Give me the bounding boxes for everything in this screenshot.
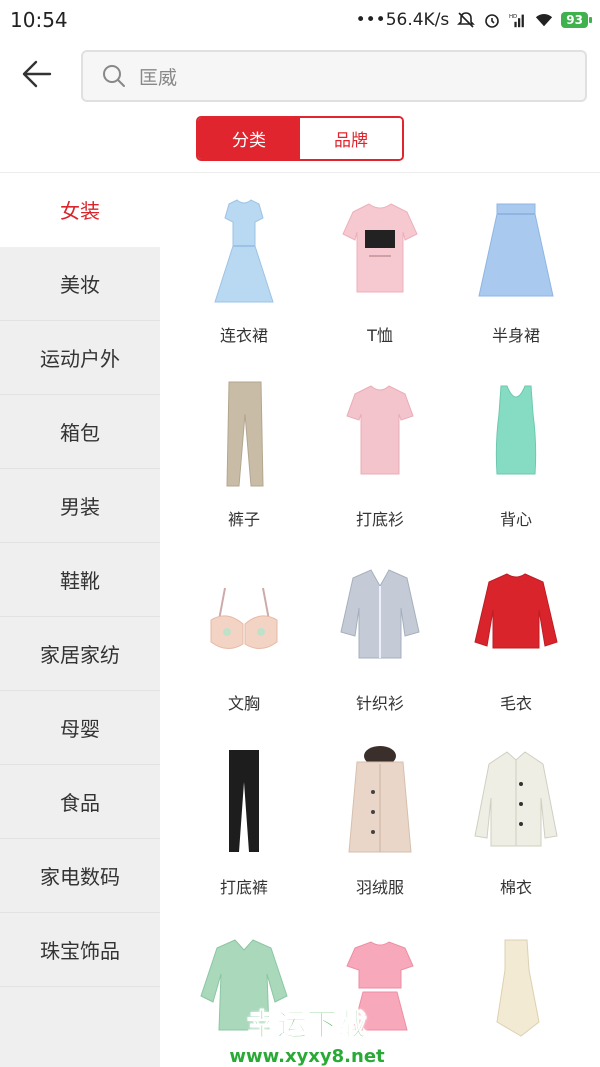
- grid-item-pink-set[interactable]: [312, 926, 448, 1067]
- search-input[interactable]: 匡威: [81, 50, 587, 102]
- alarm-icon: [485, 14, 500, 28]
- grid-item-label: 文胸: [227, 694, 260, 713]
- dress-icon: [214, 199, 274, 303]
- network-speed: •••56.4K/s: [355, 10, 450, 30]
- status-time: 10:54: [10, 8, 68, 32]
- tab-category[interactable]: 分类: [198, 118, 300, 159]
- sidebar-item-baby[interactable]: 母婴: [0, 691, 160, 765]
- grid-item-label: 裤子: [227, 510, 260, 529]
- subcategory-grid: 连衣裙 T恤 半身裙 裤子 打底衫 背心 文胸 针织衫 毛衣 打底裤 羽绒服 棉…: [176, 190, 588, 1067]
- grid-item-label: 半身裙: [491, 326, 540, 345]
- grid-item-sweater[interactable]: 毛衣: [448, 558, 584, 742]
- grid-item-label: 打底衫: [355, 510, 404, 529]
- green-blouse-icon: [200, 939, 288, 1031]
- padded-jacket-icon: [474, 751, 558, 847]
- grid-item-tank-top[interactable]: 背心: [448, 374, 584, 558]
- category-brand-toggle: 分类 品牌: [196, 116, 404, 161]
- grid-item-pants[interactable]: 裤子: [176, 374, 312, 558]
- back-arrow-icon[interactable]: [16, 54, 56, 94]
- grid-item-label: 针织衫: [355, 694, 404, 713]
- grid-item-white-top[interactable]: [448, 926, 584, 1067]
- grid-item-label: 连衣裙: [219, 326, 268, 345]
- category-sidebar: 女装 美妆 运动户外 箱包 男装 鞋靴 家居家纺 母婴 食品 家电数码 珠宝饰品: [0, 173, 160, 1067]
- sweater-icon: [474, 573, 558, 649]
- sidebar-item-food[interactable]: 食品: [0, 765, 160, 839]
- grid-item-dress[interactable]: 连衣裙: [176, 190, 312, 374]
- grid-item-skirt[interactable]: 半身裙: [448, 190, 584, 374]
- search-icon: [103, 65, 125, 87]
- sidebar-item-shoes[interactable]: 鞋靴: [0, 543, 160, 617]
- grid-item-label: T恤: [367, 326, 393, 345]
- sidebar-item-beauty[interactable]: 美妆: [0, 247, 160, 321]
- base-shirt-icon: [346, 385, 414, 475]
- battery-icon: 93: [561, 12, 592, 28]
- sidebar-item-electronics[interactable]: 家电数码: [0, 839, 160, 913]
- sidebar-item-womens[interactable]: 女装: [0, 173, 160, 247]
- tshirt-icon: [342, 203, 418, 293]
- skirt-icon: [478, 203, 554, 297]
- sidebar-item-sports[interactable]: 运动户外: [0, 321, 160, 395]
- search-text: 匡威: [139, 66, 178, 89]
- tank-top-icon: [495, 385, 537, 475]
- svg-text:HD: HD: [509, 14, 517, 20]
- sidebar-item-bags[interactable]: 箱包: [0, 395, 160, 469]
- grid-item-cardigan[interactable]: 针织衫: [312, 558, 448, 742]
- cardigan-icon: [340, 569, 420, 659]
- pants-icon: [226, 381, 264, 487]
- mute-icon: [457, 12, 476, 28]
- status-icons: •••56.4K/s HD 93: [355, 10, 592, 30]
- sidebar-item-home[interactable]: 家居家纺: [0, 617, 160, 691]
- grid-item-down-coat[interactable]: 羽绒服: [312, 742, 448, 926]
- grid-item-green-blouse[interactable]: [176, 926, 312, 1067]
- down-coat-icon: [348, 746, 412, 853]
- status-bar: 10:54 •••56.4K/s HD 93: [0, 0, 600, 40]
- header: 匡威: [0, 44, 600, 108]
- bra-icon: [210, 587, 278, 649]
- grid-item-padded-jacket[interactable]: 棉衣: [448, 742, 584, 926]
- grid-item-bra[interactable]: 文胸: [176, 558, 312, 742]
- grid-item-label: 背心: [499, 510, 532, 529]
- grid-item-leggings[interactable]: 打底裤: [176, 742, 312, 926]
- sidebar-item-mens[interactable]: 男装: [0, 469, 160, 543]
- grid-item-base-shirt[interactable]: 打底衫: [312, 374, 448, 558]
- white-top-icon: [496, 939, 540, 1037]
- leggings-icon: [229, 750, 259, 852]
- pink-set-icon: [346, 941, 414, 1031]
- sidebar-item-jewelry[interactable]: 珠宝饰品: [0, 913, 160, 987]
- grid-item-label: 棉衣: [499, 878, 532, 897]
- grid-item-label: 羽绒服: [355, 878, 404, 897]
- grid-item-label: 打底裤: [219, 878, 268, 897]
- wifi-icon: [536, 14, 553, 27]
- grid-item-tshirt[interactable]: T恤: [312, 190, 448, 374]
- grid-item-label: 毛衣: [499, 694, 532, 713]
- hd-signal-icon: HD: [509, 14, 525, 28]
- tab-brand[interactable]: 品牌: [300, 118, 402, 159]
